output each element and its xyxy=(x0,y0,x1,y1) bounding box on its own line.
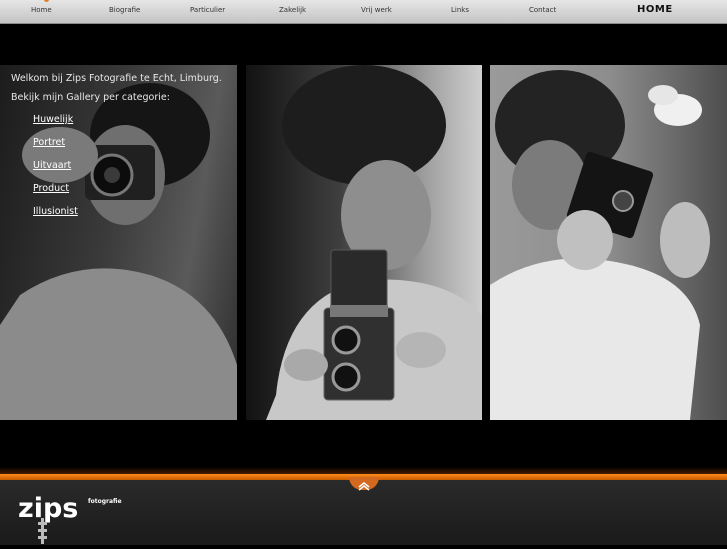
active-indicator xyxy=(44,0,49,2)
nav-contact[interactable]: Contact xyxy=(529,6,556,14)
zipper-tooth xyxy=(38,522,47,525)
nav-home[interactable]: Home xyxy=(31,6,52,14)
zipper-tooth xyxy=(38,529,47,532)
up-arrow-icon xyxy=(358,482,370,491)
logo-text: zips xyxy=(18,493,78,524)
page-title: HOME xyxy=(637,4,673,15)
logo-subtext: fotografie xyxy=(88,498,122,505)
intro-text: Welkom bij Zips Fotografie te Echt, Limb… xyxy=(11,70,222,107)
gallery-prompt: Bekijk mijn Gallery per categorie: xyxy=(11,91,170,103)
footer-glow xyxy=(0,467,727,474)
category-list: Huwelijk Portret Uitvaart Product Illusi… xyxy=(33,107,78,222)
photo-panel-right xyxy=(490,65,727,420)
photo-panel-center xyxy=(246,65,482,420)
list-item: Illusionist xyxy=(33,199,78,222)
nav-zakelijk[interactable]: Zakelijk xyxy=(279,6,306,14)
list-item: Uitvaart xyxy=(33,153,78,176)
photographer-photo-center xyxy=(266,65,482,420)
nav-biografie[interactable]: Biografie xyxy=(109,6,140,14)
category-link-product[interactable]: Product xyxy=(33,183,69,194)
photographer-photo-right xyxy=(490,70,710,420)
nav-particulier[interactable]: Particulier xyxy=(190,6,225,14)
category-link-portret[interactable]: Portret xyxy=(33,137,65,148)
top-navigation: Home Biografie Particulier Zakelijk Vrij… xyxy=(0,0,727,24)
nav-vrij-werk[interactable]: Vrij werk xyxy=(361,6,392,14)
list-item: Huwelijk xyxy=(33,107,78,130)
category-link-illusionist[interactable]: Illusionist xyxy=(33,206,78,217)
list-item: Portret xyxy=(33,130,78,153)
category-link-huwelijk[interactable]: Huwelijk xyxy=(33,114,73,125)
zipper-tooth xyxy=(38,536,47,539)
category-link-uitvaart[interactable]: Uitvaart xyxy=(33,160,71,171)
scroll-up-button[interactable] xyxy=(349,477,379,491)
nav-links[interactable]: Links xyxy=(451,6,469,14)
list-item: Product xyxy=(33,176,78,199)
welcome-text: Welkom bij Zips Fotografie te Echt, Limb… xyxy=(11,73,222,84)
